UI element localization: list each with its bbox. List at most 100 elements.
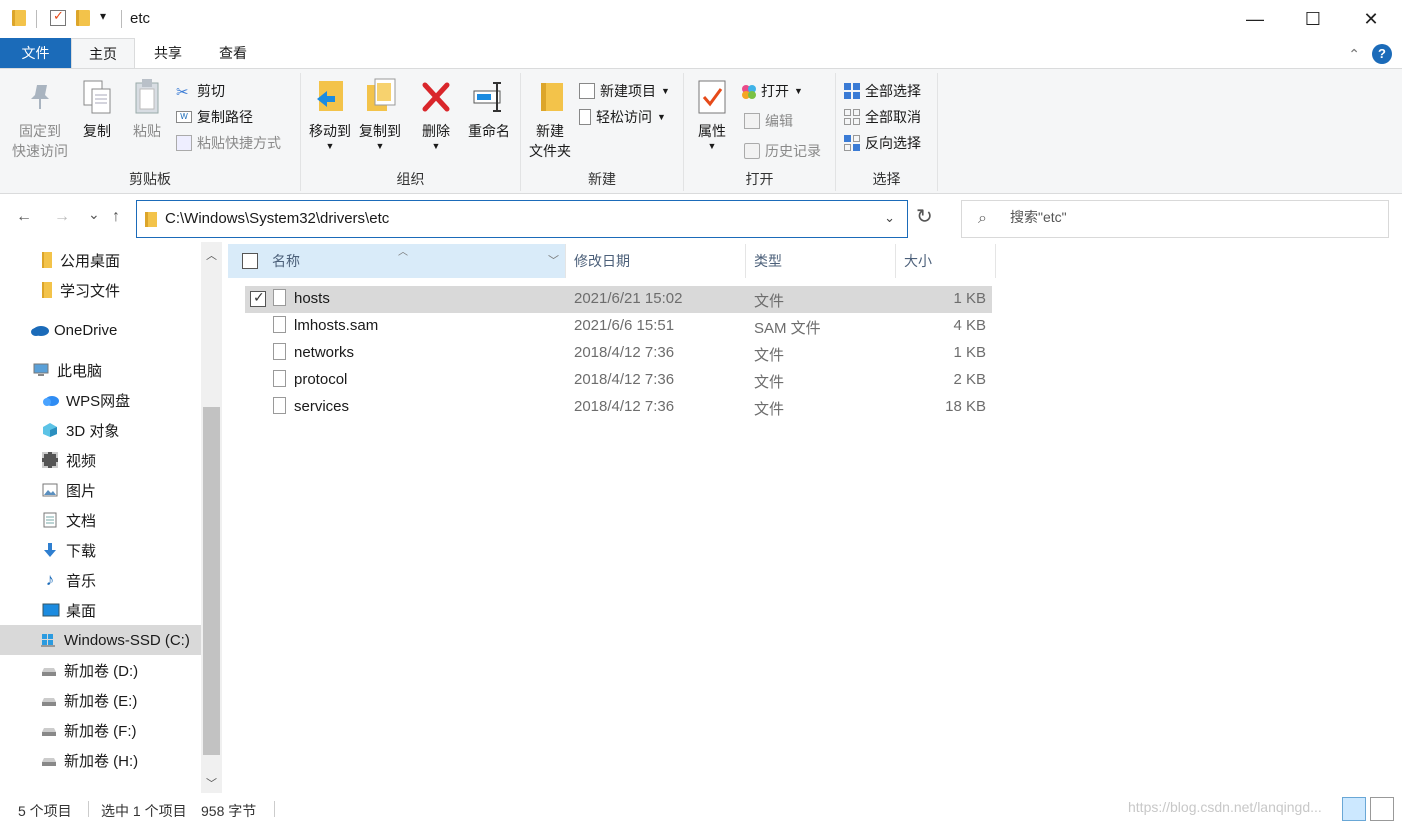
copy-button[interactable]: 复制: [76, 77, 118, 141]
folder-icon: [12, 10, 26, 26]
copy-path-label: 复制路径: [197, 109, 253, 125]
nav-item-3d-objects[interactable]: 3D 对象: [0, 415, 201, 445]
tab-view[interactable]: 查看: [201, 38, 265, 68]
chevron-down-icon[interactable]: ﹀: [548, 252, 559, 268]
divider: [36, 10, 37, 28]
tab-share[interactable]: 共享: [135, 38, 201, 68]
delete-label: 删除: [422, 123, 450, 139]
paste-button[interactable]: 粘贴: [126, 77, 168, 141]
select-all-checkbox[interactable]: [242, 253, 258, 269]
select-none-icon: [844, 109, 860, 125]
nav-item-videos[interactable]: 视频: [0, 445, 201, 475]
music-icon: ♪: [45, 570, 55, 589]
pin-quick-access-button[interactable]: 固定到 快速访问: [8, 77, 72, 161]
scroll-thumb[interactable]: [203, 407, 220, 755]
file-row[interactable]: services 2018/4/12 7:36 文件 18 KB: [245, 394, 992, 421]
nav-item-label: 文档: [66, 512, 97, 530]
refresh-button[interactable]: ↻: [916, 204, 933, 229]
up-button[interactable]: ↑: [112, 208, 120, 226]
paste-shortcut-button[interactable]: 粘贴快捷方式: [176, 131, 281, 155]
nav-item-drive-f[interactable]: 新加卷 (F:): [0, 715, 201, 745]
edit-button[interactable]: 编辑: [744, 109, 793, 133]
search-box[interactable]: ⌕: [961, 200, 1389, 238]
column-header-date[interactable]: 修改日期: [566, 244, 746, 278]
help-icon[interactable]: ?: [1372, 44, 1392, 64]
address-bar[interactable]: C:\Windows\System32\drivers\etc ⌄: [136, 200, 908, 238]
file-row[interactable]: lmhosts.sam 2021/6/6 15:51 SAM 文件 4 KB: [245, 313, 992, 340]
row-checkbox[interactable]: [250, 289, 266, 307]
address-path[interactable]: C:\Windows\System32\drivers\etc: [165, 210, 389, 227]
maximize-button[interactable]: ☐: [1284, 0, 1342, 38]
scroll-up-icon[interactable]: ︿: [201, 246, 222, 266]
properties-label: 属性: [698, 123, 726, 139]
column-header-name[interactable]: 名称 ︿ ﹀: [228, 244, 566, 278]
copy-to-label: 复制到: [359, 123, 401, 139]
organize-group: 移动到 ▼ 复制到 ▼ 删除 ▼ 重命名 组织: [301, 73, 521, 191]
copy-to-button[interactable]: 复制到 ▼: [355, 77, 405, 151]
move-to-button[interactable]: 移动到 ▼: [305, 77, 355, 151]
large-icons-view-icon[interactable]: [1370, 797, 1394, 821]
new-item-button[interactable]: 新建项目 ▼: [579, 79, 670, 103]
file-type: 文件: [754, 401, 785, 418]
delete-button[interactable]: 删除 ▼: [415, 77, 457, 151]
select-none-button[interactable]: 全部取消: [844, 105, 921, 129]
copy-path-icon: W: [176, 111, 192, 123]
close-button[interactable]: ✕: [1342, 0, 1400, 38]
cut-button[interactable]: ✂ 剪切: [176, 79, 225, 103]
collapse-ribbon-icon[interactable]: ⌃: [1348, 46, 1360, 63]
nav-item-drive-e[interactable]: 新加卷 (E:): [0, 685, 201, 715]
nav-item-drive-h[interactable]: 新加卷 (H:): [0, 745, 201, 775]
qat-dropdown-icon[interactable]: ▾: [100, 9, 106, 23]
easy-access-button[interactable]: 轻松访问 ▼: [579, 105, 666, 129]
wps-cloud-icon: [42, 392, 59, 408]
drive-icon: [40, 722, 56, 738]
back-button[interactable]: ←: [16, 208, 32, 226]
details-view-icon[interactable]: [1342, 797, 1366, 821]
file-row[interactable]: hosts 2021/6/21 15:02 文件 1 KB: [245, 286, 992, 313]
rename-button[interactable]: 重命名: [463, 77, 515, 141]
nav-pane-scrollbar[interactable]: ︿ ﹀: [201, 242, 222, 793]
nav-item-this-pc[interactable]: 此电脑: [0, 355, 201, 385]
documents-icon: [42, 512, 58, 528]
invert-selection-button[interactable]: 反向选择: [844, 131, 921, 155]
easy-access-label: 轻松访问: [596, 109, 652, 125]
copy-label: 复制: [83, 123, 111, 139]
scroll-down-icon[interactable]: ﹀: [201, 774, 222, 793]
file-size: 1 KB: [953, 290, 986, 307]
search-input[interactable]: [1010, 209, 1370, 225]
nav-item-study-files[interactable]: 学习文件: [0, 275, 201, 305]
nav-item-documents[interactable]: 文档: [0, 505, 201, 535]
column-header-type[interactable]: 类型: [746, 244, 896, 278]
minimize-button[interactable]: —: [1226, 0, 1284, 38]
address-dropdown-button[interactable]: ⌄: [884, 210, 895, 226]
properties-button[interactable]: 属性 ▼: [690, 77, 734, 151]
file-row[interactable]: networks 2018/4/12 7:36 文件 1 KB: [245, 340, 992, 367]
nav-item-windows-ssd[interactable]: Windows-SSD (C:): [0, 625, 201, 655]
tab-file[interactable]: 文件: [0, 38, 71, 68]
nav-item-onedrive[interactable]: OneDrive: [0, 315, 201, 345]
scissors-icon: ✂: [176, 84, 189, 101]
column-header-size[interactable]: 大小: [896, 244, 996, 278]
item-count: 5 个项目: [18, 803, 72, 819]
nav-item-drive-d[interactable]: 新加卷 (D:): [0, 655, 201, 685]
nav-item-desktop[interactable]: 桌面: [0, 595, 201, 625]
nav-item-label: 桌面: [66, 602, 97, 620]
select-all-button[interactable]: 全部选择: [844, 79, 921, 103]
file-row[interactable]: protocol 2018/4/12 7:36 文件 2 KB: [245, 367, 992, 394]
recent-locations-button[interactable]: ⌄: [88, 206, 100, 223]
nav-item-music[interactable]: ♪ 音乐: [0, 565, 201, 595]
open-button[interactable]: 打开 ▼: [740, 79, 803, 103]
folder-icon: [145, 212, 157, 227]
copy-path-button[interactable]: W 复制路径: [176, 105, 253, 129]
new-folder-qat-icon[interactable]: [76, 10, 90, 26]
properties-qat-icon[interactable]: ✓: [50, 8, 66, 26]
history-button[interactable]: 历史记录: [744, 139, 821, 163]
tab-home[interactable]: 主页: [71, 38, 135, 68]
nav-item-wps-cloud[interactable]: WPS网盘: [0, 385, 201, 415]
nav-item-pictures[interactable]: 图片: [0, 475, 201, 505]
nav-item-downloads[interactable]: 下载: [0, 535, 201, 565]
forward-button[interactable]: →: [54, 208, 70, 226]
nav-item-public-desktop[interactable]: 公用桌面: [0, 245, 201, 275]
file-type: SAM 文件: [754, 320, 821, 337]
new-folder-button[interactable]: 新建 文件夹: [525, 77, 575, 161]
